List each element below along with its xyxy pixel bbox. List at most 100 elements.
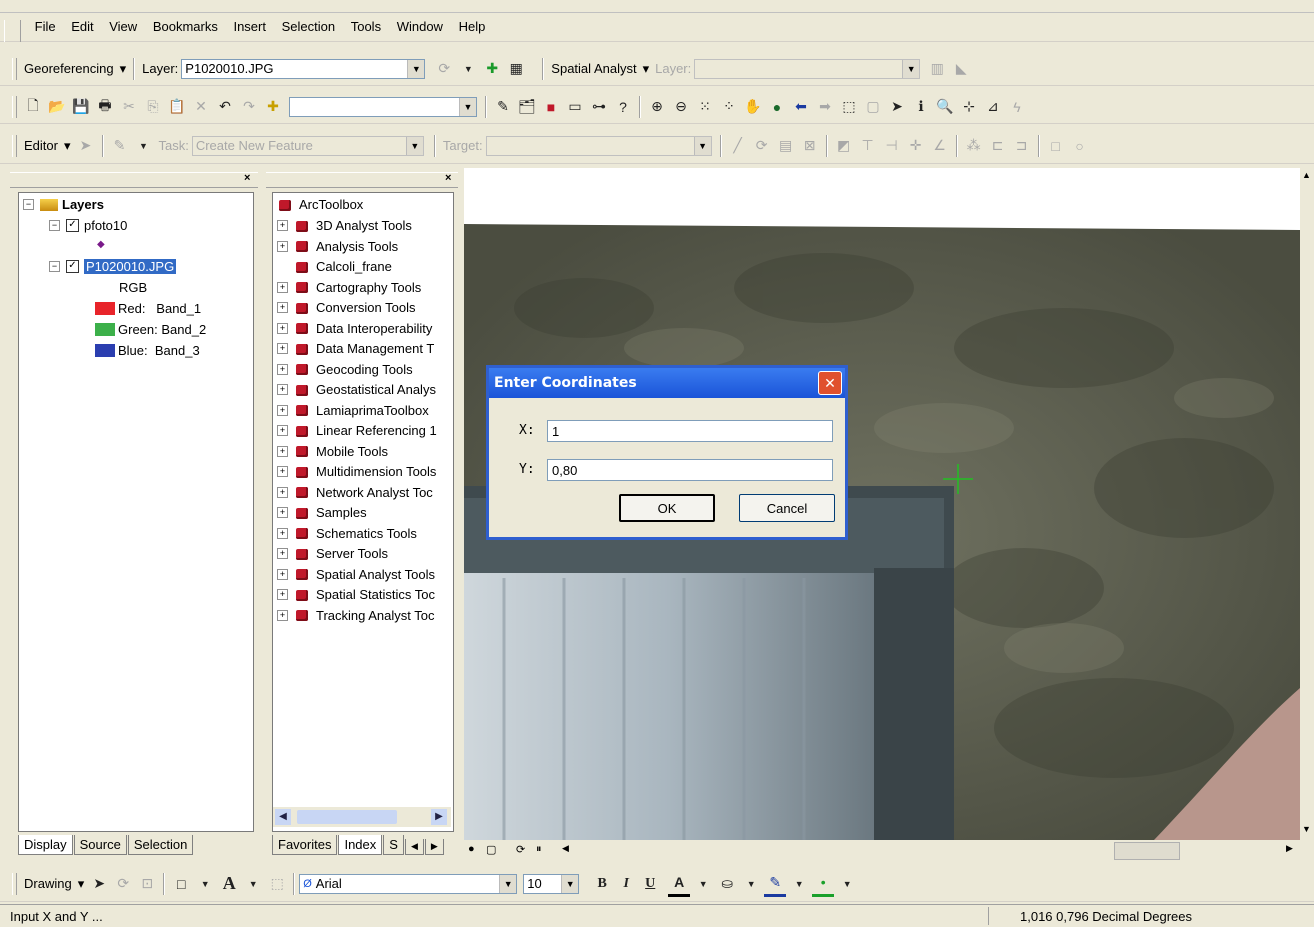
rotate-icon[interactable]: ⟳ — [112, 872, 134, 896]
new-document-icon[interactable]: 🗋 — [22, 95, 44, 119]
dropdown-arrow-icon[interactable]: ▼ — [499, 874, 517, 893]
sketch-tool-icon[interactable]: ✎ — [109, 134, 131, 158]
layer-combo[interactable]: P1020010.JPG ▼ — [181, 58, 426, 79]
expand-icon[interactable]: + — [277, 589, 288, 600]
menu-view[interactable]: View — [103, 13, 143, 34]
split-tool-icon[interactable]: ╱ — [727, 134, 749, 158]
chevron-down-icon[interactable]: ▾ — [117, 61, 130, 77]
trim-icon[interactable]: ⊤ — [857, 134, 879, 158]
map-hscroll[interactable]: ● ▢ ⟳ ⏸ ◀ ▶ — [464, 840, 1300, 862]
toc-layer-pfoto10[interactable]: − ✓ pfoto10 — [49, 218, 127, 233]
zoom-out-icon[interactable]: ⊖ — [670, 95, 692, 119]
paste-icon[interactable]: 📋 — [166, 95, 188, 119]
undo-icon[interactable]: ↶ — [214, 95, 236, 119]
toolbox-hscroll[interactable]: ◀ ▶ — [273, 807, 451, 827]
identify-icon[interactable]: ℹ — [910, 95, 932, 119]
georeferencing-menu[interactable]: Georeferencing — [21, 61, 117, 76]
expand-icon[interactable]: + — [277, 322, 288, 334]
toolbox-item[interactable]: Calcoli_frane — [277, 259, 392, 274]
menu-file[interactable]: File — [29, 13, 62, 34]
dropdown-arrow-icon[interactable]: ▼ — [561, 874, 579, 893]
menu-insert[interactable]: Insert — [227, 13, 272, 34]
rectangle-icon[interactable]: □ — [1045, 134, 1067, 158]
chevron-down-icon[interactable]: ▾ — [640, 61, 653, 77]
cut-icon[interactable]: ✂ — [118, 95, 140, 119]
toolbox-item[interactable]: + Network Analyst Toc — [277, 485, 433, 500]
toolbox-root[interactable]: ArcToolbox — [277, 197, 363, 212]
y-input[interactable]: 0,80 — [547, 459, 833, 481]
scroll-left-icon[interactable]: ◀ — [562, 843, 569, 854]
font-combo[interactable]: Ø Arial ▼ — [299, 873, 518, 894]
extend-icon[interactable]: ⊣ — [881, 134, 903, 158]
expand-icon[interactable]: + — [277, 507, 288, 518]
close-icon[interactable]: ✕ — [818, 371, 842, 395]
toc-root[interactable]: − Layers — [23, 197, 104, 212]
scroll-right-icon[interactable]: ▶ — [431, 809, 447, 825]
expand-icon[interactable]: + — [277, 220, 288, 231]
layer2-combo[interactable]: ▼ — [694, 58, 921, 79]
measure-icon[interactable]: ⊿ — [982, 95, 1004, 119]
scroll-right-icon[interactable]: ▶ — [1286, 843, 1293, 854]
tab-display[interactable]: Display — [18, 835, 73, 855]
expand-icon[interactable]: + — [277, 384, 288, 395]
layer-checkbox[interactable]: ✓ — [66, 219, 79, 232]
underline-icon[interactable]: U — [639, 872, 661, 896]
expand-icon[interactable]: + — [277, 363, 288, 375]
toolbox-item[interactable]: + Schematics Tools — [277, 526, 417, 541]
map-vscroll[interactable]: ▲ ▼ — [1300, 168, 1314, 840]
toolbox-item[interactable]: + Linear Referencing 1 — [277, 423, 437, 438]
fixed-zoom-in-icon[interactable]: ⁙ — [694, 95, 716, 119]
dropdown-arrow-icon[interactable]: ▼ — [788, 872, 810, 896]
toc-layer-p1020010[interactable]: − ✓ P1020010.JPG — [49, 259, 177, 274]
editor-toolbar-icon[interactable]: ✎ — [492, 95, 514, 119]
collapse-icon[interactable]: − — [49, 261, 60, 272]
spatial-analyst-menu[interactable]: Spatial Analyst — [548, 61, 639, 76]
tab-favorites[interactable]: Favorites — [272, 835, 338, 855]
dropdown-arrow-icon[interactable]: ▼ — [692, 872, 714, 896]
edit-vertices-icon[interactable]: ⬚ — [266, 872, 288, 896]
cut-polygon-icon[interactable]: ⊐ — [1011, 134, 1033, 158]
editor-menu[interactable]: Editor — [21, 138, 61, 153]
dropdown-arrow-icon[interactable]: ▼ — [459, 97, 476, 116]
menu-edit[interactable]: Edit — [65, 13, 99, 34]
expand-icon[interactable]: + — [277, 527, 288, 539]
fixed-zoom-out-icon[interactable]: ⁘ — [718, 95, 740, 119]
back-arrow-icon[interactable]: ⬅ — [790, 95, 812, 119]
delete-icon[interactable]: ✕ — [190, 95, 212, 119]
generalize-icon[interactable]: ⁂ — [963, 134, 985, 158]
hyperlink-icon[interactable]: ϟ — [1006, 95, 1028, 119]
chevron-down-icon[interactable]: ▾ — [61, 138, 74, 154]
tab-scroll-right-icon[interactable]: ▶ — [424, 839, 444, 855]
pause-icon[interactable]: ⏸ — [536, 843, 542, 856]
sketch-properties-icon[interactable]: ⊠ — [799, 134, 821, 158]
layer-checkbox[interactable]: ✓ — [66, 260, 79, 273]
italic-icon[interactable]: I — [615, 872, 637, 896]
arccatalog-icon[interactable]: 🗂 — [516, 95, 538, 119]
expand-icon[interactable]: + — [277, 425, 288, 436]
add-data-icon[interactable]: ✚ — [262, 95, 284, 119]
toolbox-item[interactable]: + Geostatistical Analys — [277, 382, 436, 397]
toolbox-item[interactable]: + Geocoding Tools — [277, 362, 413, 377]
dropdown-arrow-icon[interactable]: ▼ — [405, 136, 423, 155]
command-line-icon[interactable]: ▭ — [564, 95, 586, 119]
dropdown-arrow-icon[interactable]: ▼ — [194, 872, 216, 896]
drawing-menu[interactable]: Drawing — [21, 876, 75, 891]
expand-icon[interactable]: + — [277, 466, 288, 477]
text-icon[interactable]: A — [218, 872, 240, 896]
chevron-down-icon[interactable]: ▾ — [75, 876, 88, 892]
dropdown-arrow-icon[interactable]: ▼ — [457, 57, 479, 81]
dropdown-arrow-icon[interactable]: ▼ — [836, 872, 858, 896]
toolbox-item[interactable]: + Analysis Tools — [277, 239, 398, 254]
font-size-combo[interactable]: 10 ▼ — [523, 873, 580, 894]
line-color-icon[interactable]: ✎ — [764, 870, 787, 897]
menu-tools[interactable]: Tools — [345, 13, 387, 34]
topology-icon[interactable]: ◩ — [833, 134, 855, 158]
rotate-icon[interactable]: ⟳ — [433, 57, 455, 81]
toolbox-item[interactable]: + Data Interoperability — [277, 321, 432, 336]
close-icon[interactable]: × — [445, 172, 451, 184]
full-extent-icon[interactable]: ● — [766, 95, 788, 119]
find-icon[interactable]: 🔍 — [934, 95, 956, 119]
toolbox-item[interactable]: + Conversion Tools — [277, 300, 415, 315]
print-icon[interactable]: 🖶 — [94, 95, 116, 119]
whats-this-icon[interactable]: ? — [612, 95, 634, 119]
